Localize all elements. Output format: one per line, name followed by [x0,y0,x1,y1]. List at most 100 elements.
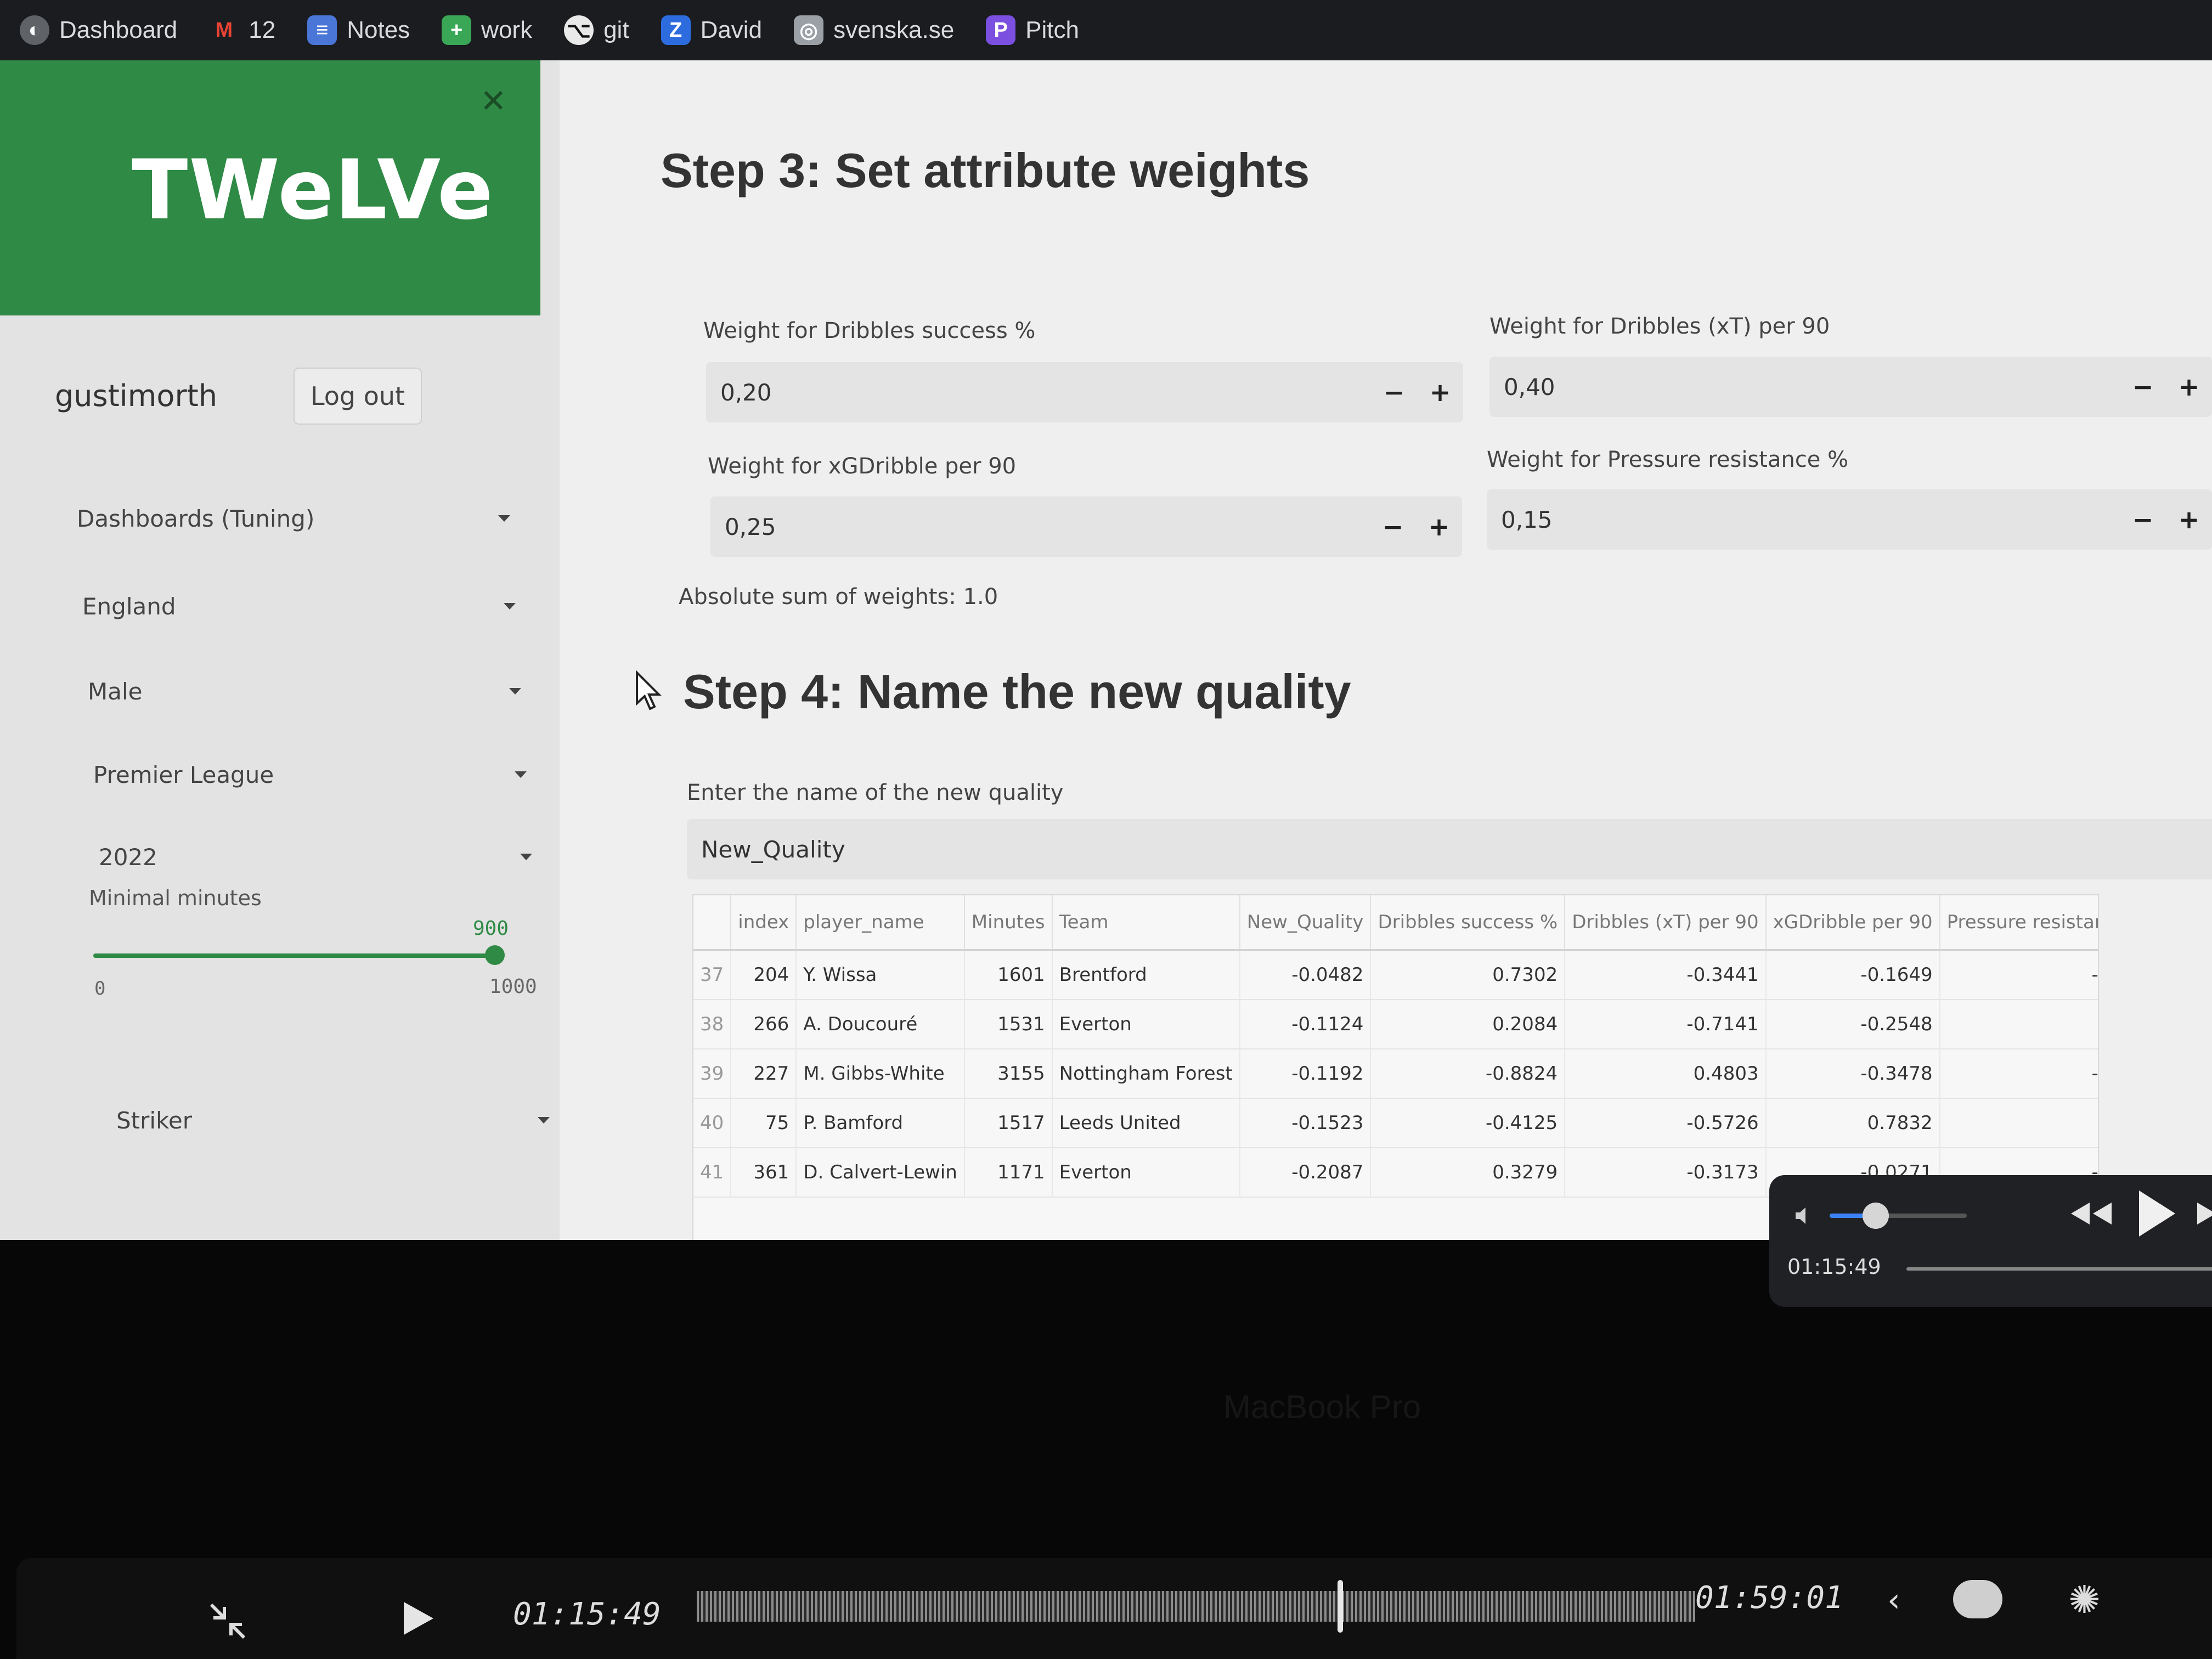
quality-name-input[interactable]: New_Quality [687,819,2212,879]
brightness-icon[interactable]: ✺ [2068,1577,2101,1622]
bookmark-pitch[interactable]: P Pitch [986,15,1079,45]
cell-xgdribble: -0.3478 [1765,1049,1940,1099]
minutes-max: 1000 [489,975,537,998]
speaker-icon[interactable] [1792,1204,1816,1228]
collapse-chevron-icon[interactable]: ‹ [1887,1581,1900,1620]
chevron-down-icon [515,771,527,778]
cell-dribbles-xt: -0.3173 [1565,1148,1767,1198]
select-value: Dashboards (Tuning) [77,505,315,532]
increment-button[interactable]: + [2166,372,2212,402]
bookmarks-bar: ◐ Dashboard M 12 ≡ Notes + work ⌥ git Z … [0,0,2212,60]
cell-xgdribble: -0.1649 [1765,950,1940,1000]
column-header[interactable]: Minutes [964,895,1053,951]
dashboard-select[interactable]: Dashboards (Tuning) [77,491,510,546]
select-value: Male [88,678,143,705]
minutes-slider-handle[interactable] [485,945,505,965]
gender-select[interactable]: Male [88,664,521,719]
video-progress-bar[interactable] [1906,1267,2212,1271]
column-header[interactable]: index [731,895,797,951]
cell-new-quality: -0.1523 [1239,1098,1372,1148]
cell-dribbles-success: 0.3279 [1370,1148,1566,1198]
weight-label: Weight for Dribbles success % [703,318,1036,343]
bookmark-label: Dashboard [59,16,178,43]
brand-logo: TWeLVe [132,143,494,238]
column-header[interactable]: New_Quality [1239,895,1372,951]
position-select[interactable]: Striker [116,1093,550,1148]
touchbar-scrubber[interactable] [697,1591,1695,1622]
select-value: 2022 [99,843,157,871]
bookmark-david[interactable]: Z David [661,15,762,45]
exit-fullscreen-icon[interactable] [206,1599,250,1643]
minutes-label: Minimal minutes [89,886,262,910]
bookmark-label: Pitch [1025,16,1079,43]
bookmark-dashboard[interactable]: ◐ Dashboard [20,15,177,45]
decrement-button[interactable]: − [2120,505,2166,534]
play-icon[interactable] [2131,1186,2181,1241]
cell-team: Leeds United [1052,1098,1240,1148]
touchbar-playhead[interactable] [1338,1580,1343,1633]
decrement-button[interactable]: − [2120,372,2166,402]
cell-index: 266 [731,1000,797,1049]
league-select[interactable]: Premier League [93,747,527,802]
github-icon: ⌥ [564,15,594,45]
close-icon[interactable]: ✕ [480,82,507,120]
cell-index: 75 [731,1098,797,1148]
volume-slider[interactable] [1830,1203,1967,1229]
bookmark-notes[interactable]: ≡ Notes [307,15,410,45]
column-header[interactable] [693,895,732,951]
cell-new-quality: -0.1192 [1239,1049,1372,1099]
siri-icon[interactable] [1953,1580,2002,1618]
step4-title: Step 4: Name the new quality [683,664,1351,719]
table-row[interactable]: 37 204 Y. Wissa 1601 Brentford -0.0482 0… [693,950,2098,1000]
z-icon: Z [661,15,691,45]
cell-player-name: D. Calvert-Lewin [796,1148,965,1198]
cell-new-quality: -0.2087 [1239,1148,1372,1198]
column-header[interactable]: Team [1052,895,1240,951]
column-header[interactable]: Dribbles (xT) per 90 [1565,895,1767,951]
table-row[interactable]: 40 75 P. Bamford 1517 Leeds United -0.15… [693,1098,2098,1148]
cell-minutes: 1531 [964,1000,1053,1049]
decrement-button[interactable]: − [1371,377,1417,407]
weight-value: 0,40 [1504,373,1555,400]
column-header[interactable]: Pressure resistance % [1939,895,2098,951]
weight-value: 0,15 [1501,506,1553,533]
weight-value: 0,20 [720,379,772,406]
fast-forward-icon[interactable] [2192,1197,2212,1230]
minutes-slider-track[interactable] [93,953,494,958]
bookmark-label: work [481,16,533,43]
column-header[interactable]: Dribbles success % [1370,895,1566,951]
weight-pressure-resistance-input[interactable]: 0,15 − + [1487,489,2212,550]
play-icon[interactable] [395,1596,439,1640]
increment-button[interactable]: + [1417,377,1463,407]
column-header[interactable]: xGDribble per 90 [1765,895,1940,951]
bookmark-gmail[interactable]: M 12 [209,15,275,45]
step3-title: Step 3: Set attribute weights [661,143,1310,198]
weight-label: Weight for Pressure resistance % [1487,447,1849,472]
weight-dribbles-success-input[interactable]: 0,20 − + [706,362,1463,422]
bookmark-label: svenska.se [833,16,955,43]
increment-button[interactable]: + [1416,512,1462,541]
row-number: 40 [693,1098,732,1148]
bookmark-work[interactable]: + work [442,15,532,45]
logout-button[interactable]: Log out [294,368,422,425]
decrement-button[interactable]: − [1370,512,1416,541]
chevron-down-icon [520,854,532,860]
minutes-min: 0 [94,978,106,1000]
table-row[interactable]: 38 266 A. Doucouré 1531 Everton -0.1124 … [693,1000,2098,1049]
volume-handle[interactable] [1863,1203,1889,1229]
column-header[interactable]: player_name [796,895,965,951]
cell-xgdribble: 0.7832 [1765,1098,1940,1148]
touch-bar: 01:15:49 01:59:01 ‹ ✺ [16,1558,2212,1659]
bookmark-svenska[interactable]: ◎ svenska.se [794,15,954,45]
weight-dribbles-xt-input[interactable]: 0,40 − + [1489,357,2212,417]
brand-header: TWeLVe ✕ [0,60,540,315]
cell-dribbles-xt: -0.5726 [1565,1098,1767,1148]
country-select[interactable]: England [82,579,516,634]
chevron-down-icon [538,1117,550,1124]
weight-xgdribble-input[interactable]: 0,25 − + [710,496,1462,557]
bookmark-git[interactable]: ⌥ git [564,15,629,45]
increment-button[interactable]: + [2166,505,2212,534]
rewind-icon[interactable] [2066,1197,2115,1230]
season-select[interactable]: 2022 [99,830,532,884]
table-row[interactable]: 39 227 M. Gibbs-White 3155 Nottingham Fo… [693,1049,2098,1099]
